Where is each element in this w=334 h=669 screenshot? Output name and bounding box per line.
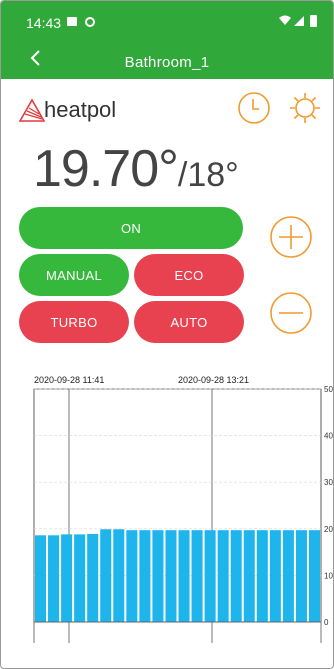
status-time: 14:43 [26, 15, 62, 31]
chart-bar [48, 535, 60, 622]
chart-bar [256, 530, 268, 622]
on-button[interactable]: ON [19, 207, 243, 249]
chart-bar [217, 530, 229, 622]
gear-icon[interactable] [288, 91, 322, 125]
chart-bar [74, 534, 86, 622]
sync-icon [85, 17, 95, 27]
chart-bar [113, 529, 125, 622]
wifi-signal-battery-icon [279, 15, 317, 27]
manual-button[interactable]: MANUAL [19, 254, 129, 296]
setpoint-temperature: /18° [177, 156, 239, 194]
minus-circle-icon[interactable] [269, 291, 313, 335]
chart-y-tick-label: 30 [324, 478, 333, 487]
chart-bar [178, 530, 190, 622]
chart-bar [230, 530, 242, 622]
chart-bar [191, 530, 203, 622]
chart-bar [295, 530, 307, 622]
temperature-chart: 50 40 30 20 10 0 [33, 385, 333, 643]
chart-bar [35, 535, 47, 622]
plus-circle-icon[interactable] [269, 215, 313, 259]
chart-bar [87, 533, 99, 622]
turbo-button[interactable]: TURBO [19, 301, 129, 343]
chart-bar [152, 530, 164, 622]
chart-bar [282, 530, 294, 622]
brand-name: heatpol [44, 97, 117, 122]
eco-button[interactable]: ECO [134, 254, 244, 296]
chart-bar [100, 529, 112, 622]
phone-screen: 14:43 Bathroom_1 heatpol 19.70°/18° ON M… [0, 0, 334, 669]
chart-bar [204, 530, 216, 622]
chart-bar [308, 530, 320, 622]
chart-y-tick-label: 10 [324, 571, 333, 580]
app-bar: Bathroom_1 [1, 45, 333, 79]
page-title: Bathroom_1 [124, 54, 210, 71]
auto-button[interactable]: AUTO [134, 301, 244, 343]
chart-bar [243, 530, 255, 622]
status-right-icons [277, 14, 321, 31]
chart-y-tick-label: 20 [324, 525, 333, 534]
chart-bar [165, 530, 177, 622]
current-temperature: 19.70° [33, 140, 179, 198]
clock-icon[interactable] [237, 91, 271, 125]
chart-y-tick-label: 40 [324, 432, 333, 441]
notification-icon [67, 17, 77, 26]
chart-bar [61, 534, 73, 622]
temperature-display: 19.70°/18° [33, 139, 239, 199]
chart-y-tick-label: 50 [324, 385, 333, 394]
chart-bar [269, 530, 281, 622]
chart-bar [126, 530, 138, 622]
chart-y-tick-label: 0 [324, 618, 329, 627]
heatpol-logo-icon [19, 98, 45, 122]
chart-bar [139, 530, 151, 622]
status-bar: 14:43 [1, 1, 333, 45]
